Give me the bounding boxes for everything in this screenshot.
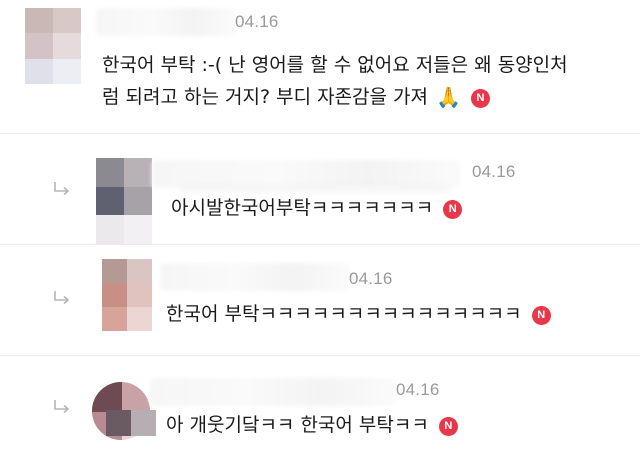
reply-text: 한국어 부탁ㅋㅋㅋㅋㅋㅋㅋㅋㅋㅋㅋㅋㅋㅋㅋ N: [166, 298, 551, 330]
avatar[interactable]: [102, 259, 152, 331]
folded-hands-emoji: 🙏: [436, 85, 461, 109]
username-blurred: [160, 263, 350, 291]
reply-item: 04.16 아시발한국어부탁ㅋㅋㅋㅋㅋㅋㅋ N: [0, 134, 640, 244]
reply-text-content: 아 개웃기닼ㅋㅋ 한국어 부탁ㅋㅋ: [166, 414, 429, 436]
username-blurred: [150, 378, 396, 406]
new-badge-icon: N: [531, 305, 551, 325]
comment-date: 04.16: [472, 162, 516, 181]
comment-text: 한국어 부탁 :-( 난 영어를 할 수 없어요 저들은 왜 동양인처: [102, 49, 568, 81]
comment-date: 04.16: [396, 380, 440, 399]
reply-text-content: 아시발한국어부탁ㅋㅋㅋㅋㅋㅋㅋ: [171, 197, 434, 219]
new-badge-icon: N: [471, 88, 491, 108]
comment-date: 04.16: [235, 12, 279, 31]
username-blurred: [96, 8, 236, 36]
comment-text-cont: 럼 되려고 하는 거지? 부디 자존감을 가져 🙏 N: [102, 81, 491, 113]
reply-item: 04.16 한국어 부탁ㅋㅋㅋㅋㅋㅋㅋㅋㅋㅋㅋㅋㅋㅋㅋ N: [0, 245, 640, 355]
comment-text-line2: 럼 되려고 하는 거지? 부디 자존감을 가져: [102, 86, 429, 108]
username-blurred: [152, 160, 462, 188]
new-badge-icon: N: [443, 199, 463, 219]
avatar[interactable]: [96, 158, 152, 244]
reply-text: 아 개웃기닼ㅋㅋ 한국어 부탁ㅋㅋ N: [166, 409, 458, 441]
reply-item: 04.16 아 개웃기닼ㅋㅋ 한국어 부탁ㅋㅋ N: [0, 356, 640, 456]
comment-item: 04.16 한국어 부탁 :-( 난 영어를 할 수 없어요 저들은 왜 동양인…: [0, 0, 640, 132]
reply-arrow-icon: [54, 400, 70, 414]
comment-date: 04.16: [349, 269, 393, 288]
comment-text-line1: 한국어 부탁 :-( 난 영어를 할 수 없어요 저들은 왜 동양인처: [102, 54, 568, 76]
reply-arrow-icon: [54, 182, 70, 196]
new-badge-icon: N: [438, 416, 458, 436]
avatar-overlay-blur: [106, 410, 156, 436]
avatar[interactable]: [25, 8, 81, 84]
reply-text-content: 한국어 부탁ㅋㅋㅋㅋㅋㅋㅋㅋㅋㅋㅋㅋㅋㅋㅋ: [166, 303, 522, 325]
reply-arrow-icon: [54, 291, 70, 305]
reply-text: 아시발한국어부탁ㅋㅋㅋㅋㅋㅋㅋ N: [171, 192, 463, 224]
